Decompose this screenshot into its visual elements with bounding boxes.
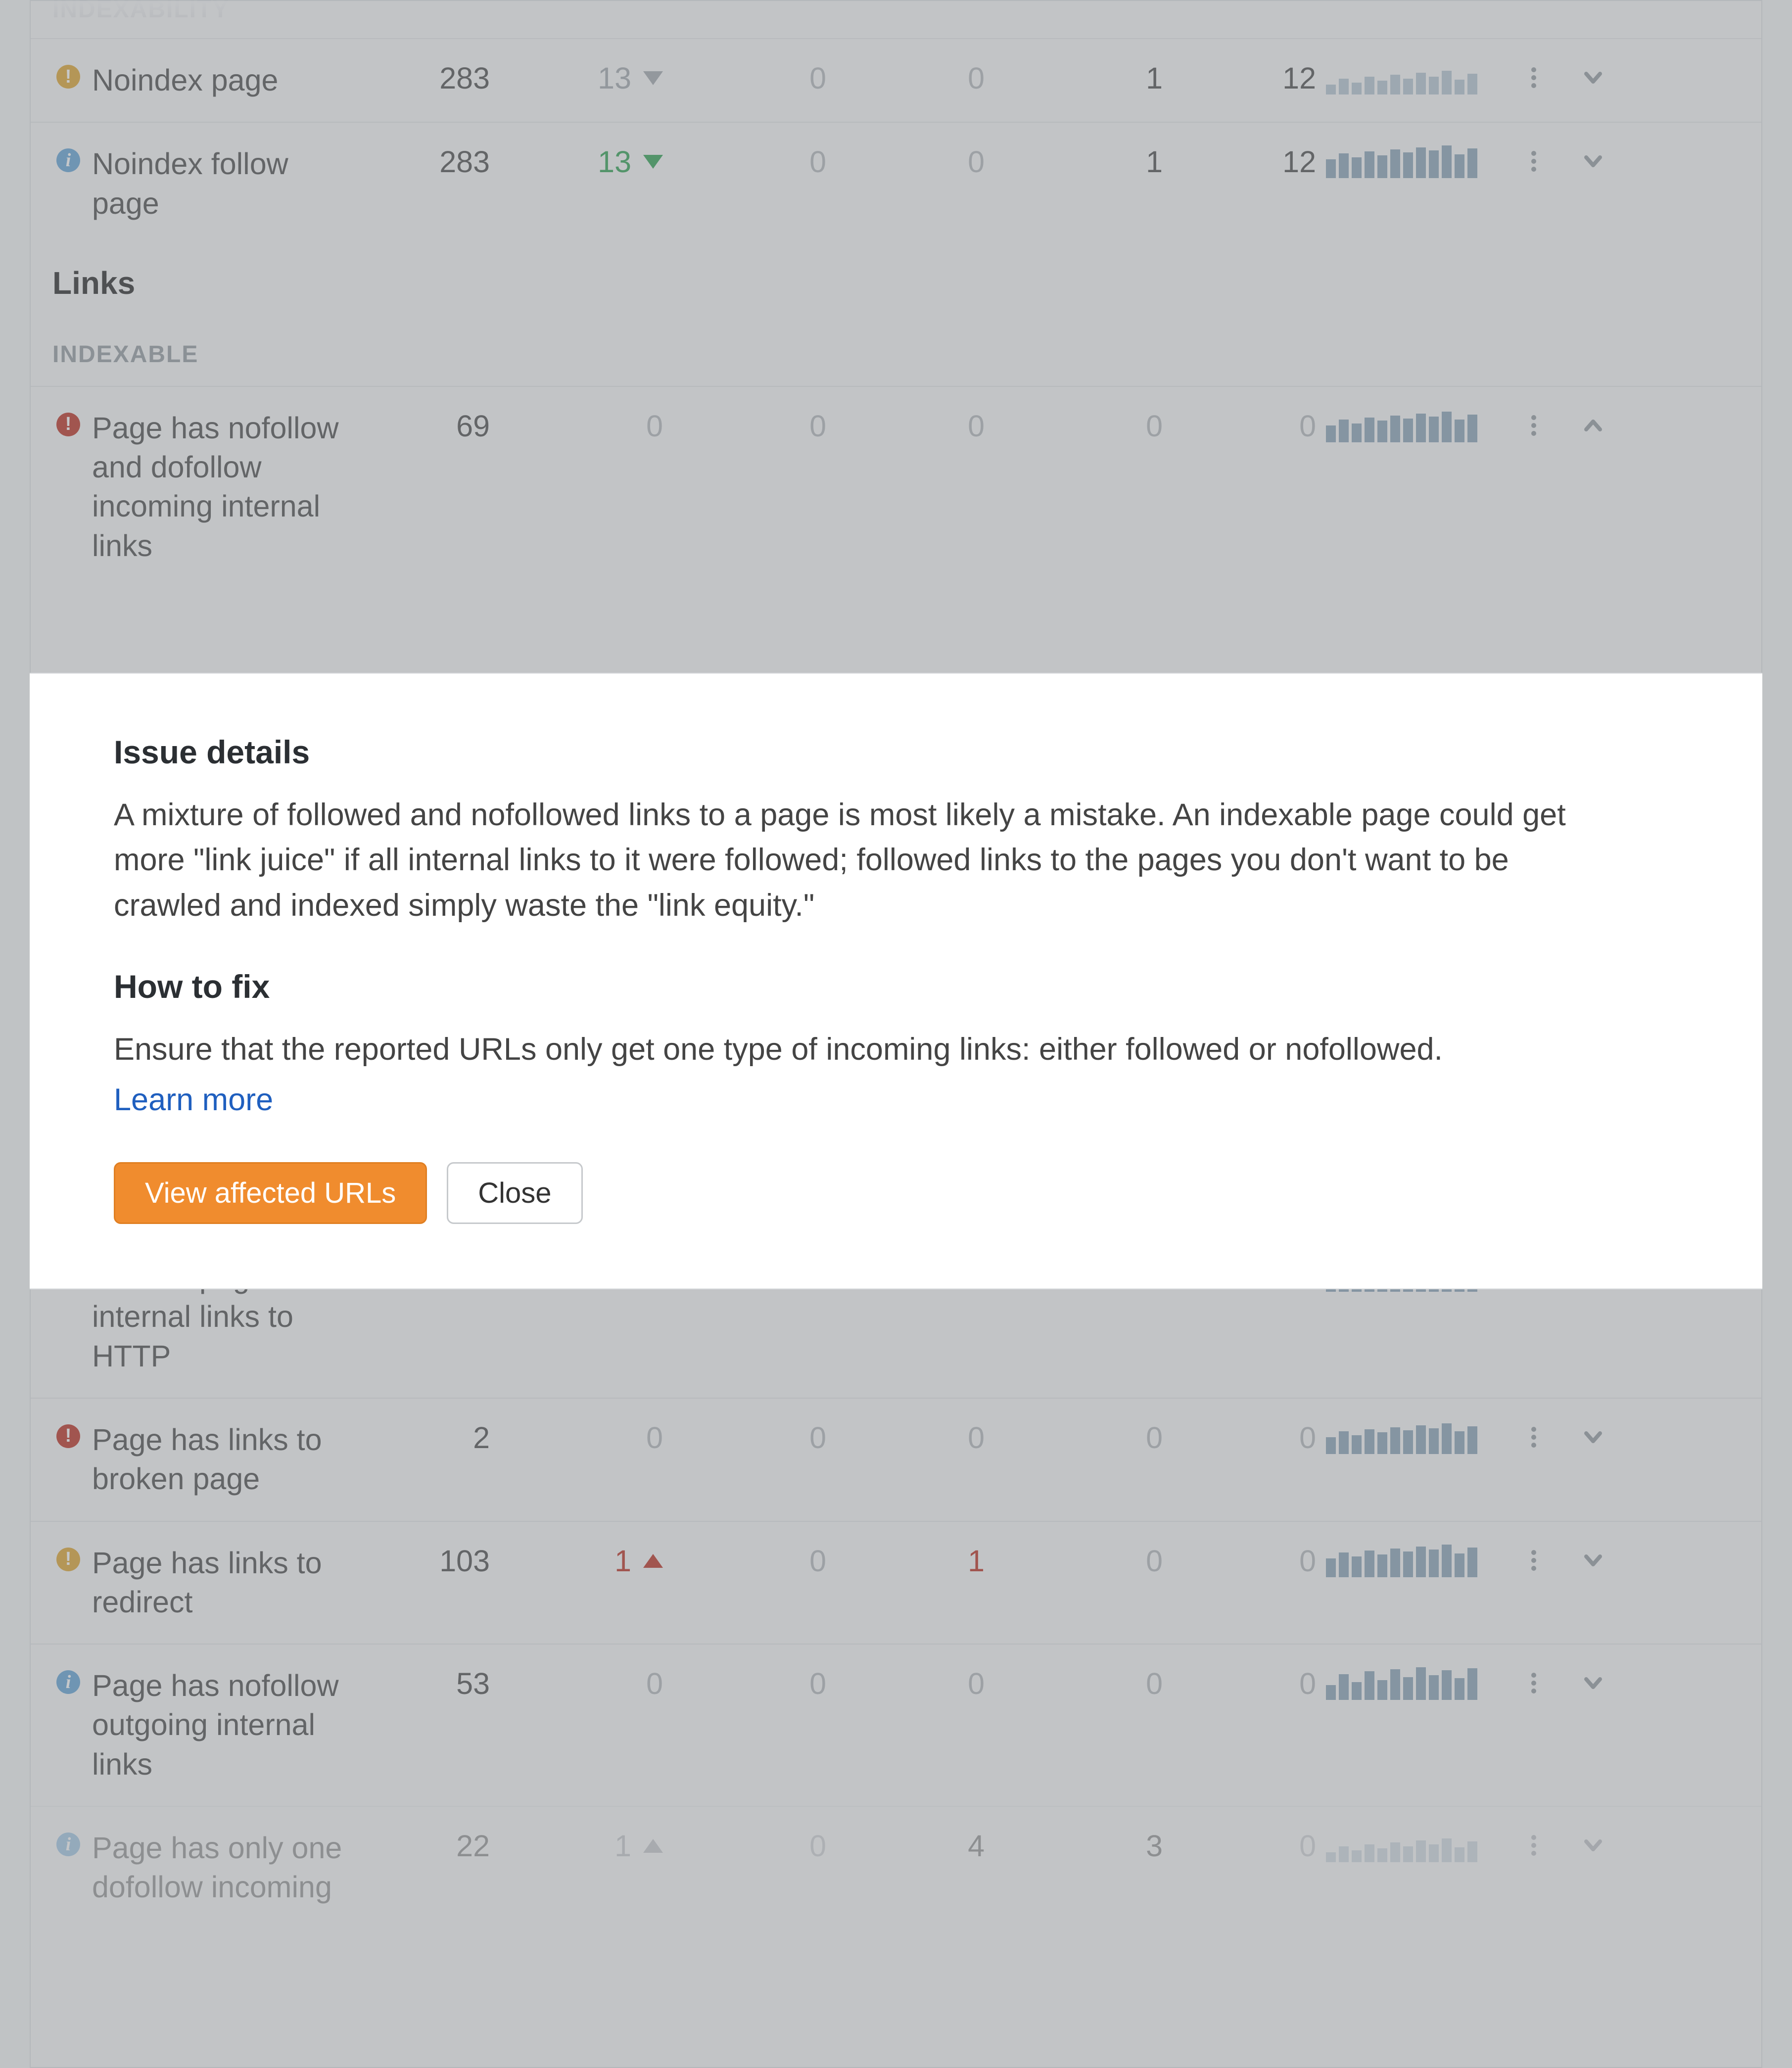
how-to-fix-body: Ensure that the reported URLs only get o… bbox=[114, 1027, 1623, 1072]
how-to-fix-heading: How to fix bbox=[114, 968, 1678, 1005]
issue-details-body: A mixture of followed and nofollowed lin… bbox=[114, 793, 1623, 928]
view-affected-urls-button[interactable]: View affected URLs bbox=[114, 1162, 427, 1224]
learn-more-link[interactable]: Learn more bbox=[114, 1082, 273, 1118]
issue-detail-card: Issue details A mixture of followed and … bbox=[30, 673, 1762, 1289]
close-button[interactable]: Close bbox=[447, 1162, 582, 1224]
issue-details-heading: Issue details bbox=[114, 733, 1678, 771]
